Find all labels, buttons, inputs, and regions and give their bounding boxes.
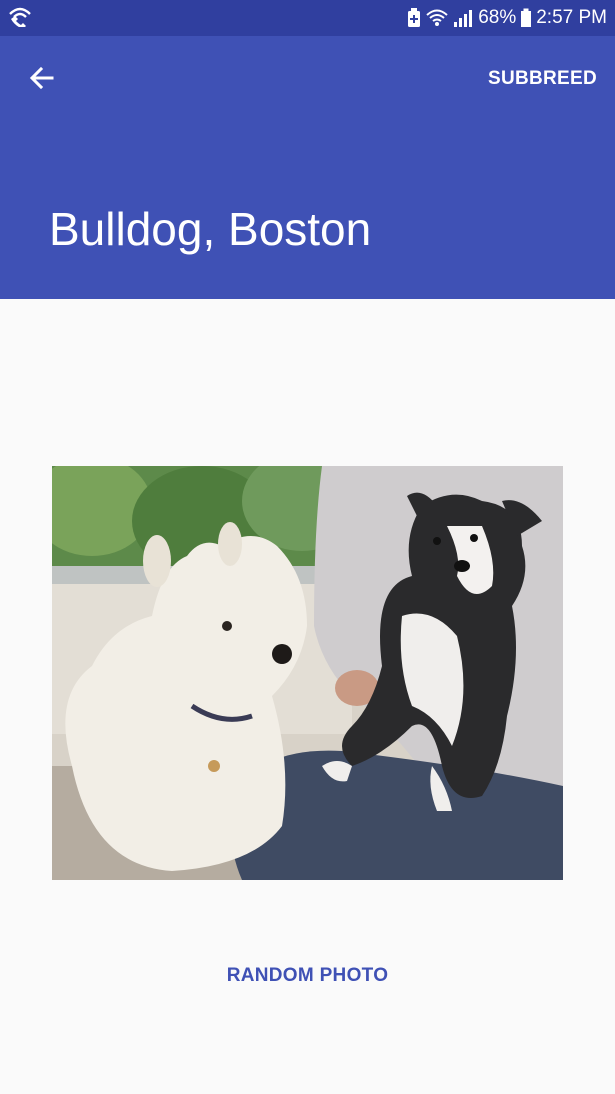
status-bar: 68% 2:57 PM [0,0,615,36]
back-button[interactable] [20,58,64,102]
page-title: Bulldog, Boston [49,203,372,255]
subbreed-button[interactable]: SUBBREED [488,64,597,94]
app-bar: SUBBREED Bulldog, Boston [0,36,615,299]
battery-icon [520,8,532,28]
status-left [8,5,32,32]
status-right: 68% 2:57 PM [406,7,607,29]
battery-saver-icon [406,8,422,28]
random-photo-button[interactable]: RANDOM PHOTO [0,960,615,992]
arrow-left-icon [28,64,56,97]
wifi-icon [426,8,448,28]
dog-photo [52,466,563,880]
wifi-calling-icon [8,5,32,32]
battery-percent: 68% [478,7,517,28]
signal-icon [452,8,474,28]
clock: 2:57 PM [536,7,607,28]
